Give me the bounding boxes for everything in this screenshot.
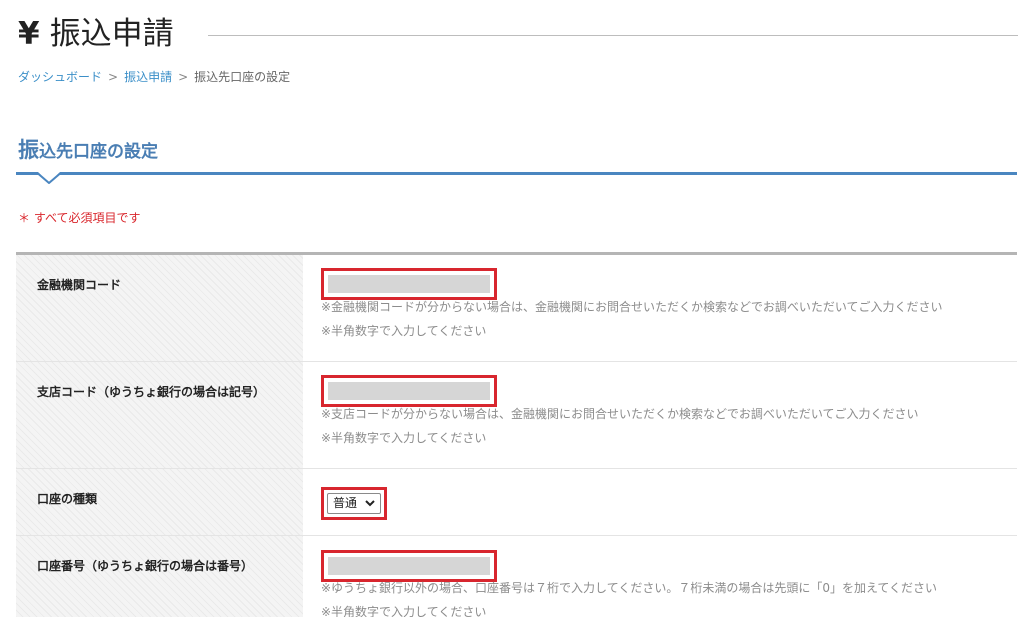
field-cell: ※金融機関コードが分からない場合は、金融機関にお問合せいただくか検索などでお調べ…: [303, 255, 1017, 361]
required-note: ＊ すべて必須項目です: [18, 211, 141, 225]
account-number-format-hint: ※半角数字で入力してください: [321, 605, 487, 617]
branch-code-hint: ※支店コードが分からない場合は、金融機関にお問合せいただくか検索などでお調べいた…: [321, 407, 919, 421]
breadcrumb-current: 振込先口座の設定: [194, 70, 291, 84]
bank-code-input[interactable]: [328, 275, 490, 293]
form-row-bank-code: 金融機関コード ※金融機関コードが分からない場合は、金融機関にお問合せいただくか…: [16, 255, 1017, 362]
account-type-label: 口座の種類: [37, 492, 98, 506]
account-type-select[interactable]: 普通: [327, 493, 381, 514]
label-cell: 口座の種類: [16, 469, 303, 535]
field-cell: ※支店コードが分からない場合は、金融機関にお問合せいただくか検索などでお調べいた…: [303, 362, 1017, 468]
form-row-account-number: 口座番号（ゆうちょ銀行の場合は番号） ※ゆうちょ銀行以外の場合、口座番号は７桁で…: [16, 536, 1017, 617]
breadcrumb-dashboard-link[interactable]: ダッシュボード: [18, 70, 102, 84]
account-type-select-highlight: 普通: [321, 487, 387, 520]
label-cell: 金融機関コード: [16, 255, 303, 361]
account-type-selected-value: 普通: [333, 496, 358, 510]
bank-code-input-highlight: [321, 268, 497, 300]
account-number-hint: ※ゆうちょ銀行以外の場合、口座番号は７桁で入力してください。７桁未満の場合は先頭…: [321, 581, 938, 595]
page-title-text: 振込申請: [49, 16, 174, 52]
label-cell: 口座番号（ゆうちょ銀行の場合は番号）: [16, 536, 303, 617]
account-number-label: 口座番号（ゆうちょ銀行の場合は番号）: [37, 559, 254, 573]
section-divider: [16, 172, 1017, 175]
breadcrumb: ダッシュボード > 振込申請 > 振込先口座の設定: [18, 68, 290, 85]
bank-code-format-hint: ※半角数字で入力してください: [321, 324, 487, 338]
yen-icon: ¥: [18, 16, 40, 52]
form-table: 金融機関コード ※金融機関コードが分からない場合は、金融機関にお問合せいただくか…: [16, 252, 1017, 617]
page-title: ¥ 振込申請: [18, 12, 174, 56]
form-row-branch-code: 支店コード（ゆうちょ銀行の場合は記号） ※支店コードが分からない場合は、金融機関…: [16, 362, 1017, 469]
account-number-input-highlight: [321, 550, 497, 582]
section-title-rest: 込先口座の設定: [39, 142, 158, 162]
chevron-down-icon: [365, 500, 375, 507]
section-notch-icon: [38, 172, 60, 184]
bank-code-hint: ※金融機関コードが分からない場合は、金融機関にお問合せいただくか検索などでお調べ…: [321, 300, 943, 314]
page-header: ¥ 振込申請: [18, 12, 1018, 58]
breadcrumb-transfer-link[interactable]: 振込申請: [124, 70, 172, 84]
field-cell: ※ゆうちょ銀行以外の場合、口座番号は７桁で入力してください。７桁未満の場合は先頭…: [303, 536, 1017, 617]
account-number-input[interactable]: [328, 557, 490, 575]
branch-code-label: 支店コード（ゆうちょ銀行の場合は記号）: [37, 385, 266, 399]
section-title-first-char: 振: [18, 138, 39, 162]
breadcrumb-separator: >: [178, 70, 189, 84]
title-divider: [208, 35, 1018, 36]
label-cell: 支店コード（ゆうちょ銀行の場合は記号）: [16, 362, 303, 468]
branch-code-format-hint: ※半角数字で入力してください: [321, 431, 487, 445]
breadcrumb-separator: >: [108, 70, 119, 84]
branch-code-input-highlight: [321, 375, 497, 407]
bank-code-label: 金融機関コード: [37, 278, 122, 292]
section-title: 振込先口座の設定: [18, 134, 158, 164]
branch-code-input[interactable]: [328, 382, 490, 400]
form-row-account-type: 口座の種類 普通: [16, 469, 1017, 536]
field-cell: 普通: [303, 469, 1017, 535]
